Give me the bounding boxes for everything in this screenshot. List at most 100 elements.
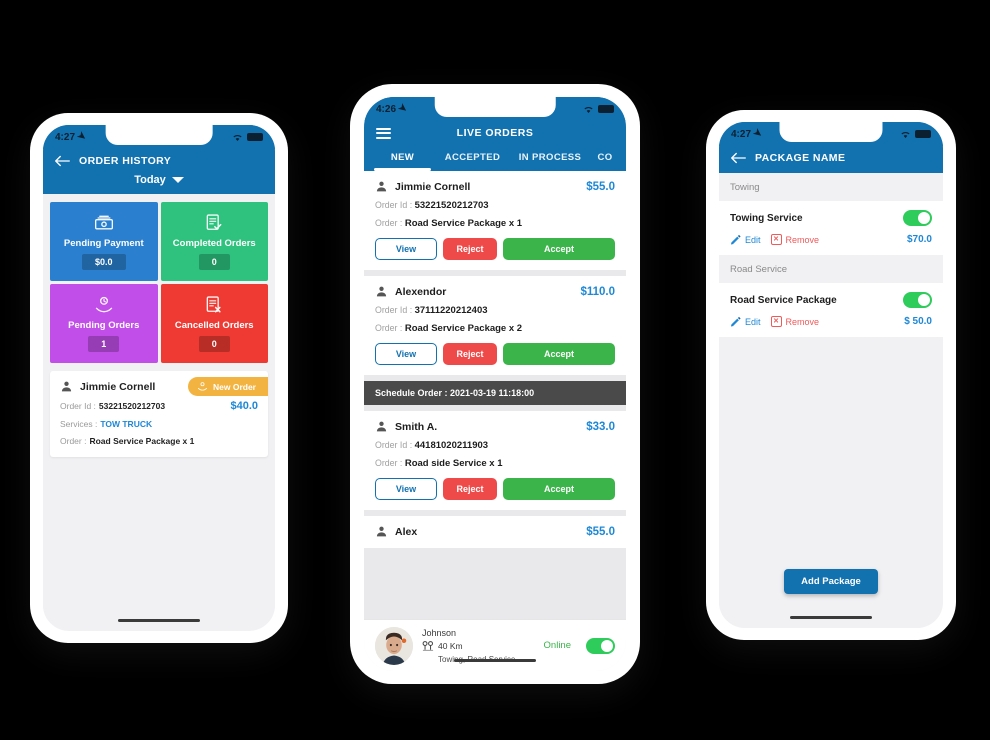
order-id-label: Order Id : bbox=[375, 305, 413, 315]
order-amount: $40.0 bbox=[230, 400, 258, 412]
tab-accepted[interactable]: ACCEPTED bbox=[435, 146, 510, 171]
phone3-screen: 4:27 ➤ PACKAGE NAME Towing Towing Servic… bbox=[719, 122, 943, 628]
customer-name: Alex bbox=[395, 525, 418, 538]
stats-tiles: Pending Payment $0.0 Completed Orders 0 bbox=[43, 194, 275, 363]
order-actions: View Reject Accept bbox=[375, 238, 615, 260]
phone1-title-row: ORDER HISTORY bbox=[43, 149, 275, 174]
order-history-card[interactable]: New Order Jimmie Cornell Order Id : 5322… bbox=[50, 371, 268, 457]
remove-action[interactable]: ✕ Remove bbox=[770, 234, 820, 245]
reject-button[interactable]: Reject bbox=[443, 478, 497, 500]
person-icon bbox=[376, 421, 387, 432]
online-toggle[interactable] bbox=[586, 637, 615, 654]
notch bbox=[105, 125, 213, 145]
view-button[interactable]: View bbox=[375, 238, 437, 260]
phone-mockup-package-name: 4:27 ➤ PACKAGE NAME Towing Towing Servic… bbox=[706, 110, 956, 640]
x-box-icon: ✕ bbox=[770, 234, 782, 245]
package-enable-toggle[interactable] bbox=[903, 210, 932, 226]
order-id-value: 37111220212403 bbox=[414, 305, 488, 316]
tab-label: IN PROCESS bbox=[518, 152, 582, 163]
battery-icon bbox=[915, 130, 931, 138]
order-amount: $110.0 bbox=[580, 285, 615, 298]
tile-pending-orders[interactable]: Pending Orders 1 bbox=[50, 284, 158, 363]
package-header: Road Service Package bbox=[730, 292, 932, 308]
package-row-road-service-package[interactable]: Road Service Package Edit ✕ Remove $ 50.… bbox=[719, 283, 943, 337]
back-arrow-icon[interactable] bbox=[55, 155, 70, 167]
order-value: Road Service Package x 1 bbox=[404, 218, 523, 229]
online-status-label: Online bbox=[543, 640, 571, 651]
driver-photo bbox=[375, 626, 413, 665]
status-right bbox=[583, 105, 614, 114]
view-button[interactable]: View bbox=[375, 478, 437, 500]
hand-service-icon bbox=[197, 382, 208, 391]
tab-label: NEW bbox=[390, 152, 415, 163]
view-button[interactable]: View bbox=[375, 343, 437, 365]
package-header: Towing Service bbox=[730, 210, 932, 226]
package-row-towing-service[interactable]: Towing Service Edit ✕ Remove $70.0 bbox=[719, 201, 943, 255]
edit-action[interactable]: Edit bbox=[730, 316, 761, 327]
location-arrow-icon: ➤ bbox=[395, 101, 410, 116]
order-value: Road side Service x 1 bbox=[404, 458, 503, 469]
tile-label: Completed Orders bbox=[172, 238, 256, 249]
home-indicator bbox=[454, 658, 536, 662]
phone2-order-list[interactable]: Jimmie Cornell $55.0 Order Id : 53221520… bbox=[364, 171, 626, 621]
person-icon bbox=[376, 181, 387, 192]
tile-value: 0 bbox=[198, 254, 230, 270]
package-enable-toggle[interactable] bbox=[903, 292, 932, 308]
order-label: Order : bbox=[375, 458, 403, 468]
order-label: Order : bbox=[375, 323, 403, 333]
package-price: $ 50.0 bbox=[904, 316, 932, 327]
tile-completed-orders[interactable]: Completed Orders 0 bbox=[160, 202, 268, 281]
tile-cancelled-orders[interactable]: Cancelled Orders 0 bbox=[160, 284, 268, 363]
remove-action[interactable]: ✕ Remove bbox=[770, 316, 819, 327]
package-name: Road Service Package bbox=[730, 294, 837, 306]
accept-button[interactable]: Accept bbox=[503, 343, 615, 365]
order-id-label: Order Id : bbox=[375, 200, 413, 210]
live-order-card[interactable]: Jimmie Cornell $55.0 Order Id : 53221520… bbox=[364, 171, 626, 270]
tab-new[interactable]: NEW bbox=[370, 146, 435, 171]
remove-label: Remove bbox=[785, 234, 820, 245]
tab-in-process[interactable]: IN PROCESS bbox=[510, 146, 590, 171]
tile-label: Pending Orders bbox=[68, 320, 140, 331]
live-order-card-partial[interactable]: Alex $55.0 bbox=[364, 516, 626, 548]
phone2-screen: 4:26 ➤ LIVE ORDERS NEW ACCEPTED IN PROCE… bbox=[364, 97, 626, 671]
live-order-card[interactable]: Smith A. $33.0 Order Id : 44181020211903… bbox=[364, 411, 626, 510]
order-row: Order : Road Service Package x 2 bbox=[375, 323, 615, 334]
accept-button[interactable]: Accept bbox=[503, 478, 615, 500]
hamburger-menu-icon[interactable] bbox=[376, 127, 391, 139]
reject-button[interactable]: Reject bbox=[443, 238, 497, 260]
notch bbox=[434, 97, 556, 117]
order-id-value: 53221520212703 bbox=[414, 200, 489, 211]
driver-distance: 40 Km bbox=[422, 640, 535, 652]
customer-name: Jimmie Cornell bbox=[80, 380, 156, 393]
phone2-appbar: 4:26 ➤ LIVE ORDERS NEW ACCEPTED IN PROCE… bbox=[364, 97, 626, 171]
tab-completed[interactable]: CO bbox=[590, 146, 620, 171]
home-indicator bbox=[118, 618, 200, 622]
location-arrow-icon: ➤ bbox=[74, 129, 89, 144]
tile-pending-payment[interactable]: Pending Payment $0.0 bbox=[50, 202, 158, 281]
reject-button[interactable]: Reject bbox=[443, 343, 497, 365]
add-package-button[interactable]: Add Package bbox=[784, 569, 878, 594]
tile-value: 0 bbox=[198, 336, 230, 352]
schedule-order-header: Schedule Order : 2021-03-19 11:18:00 bbox=[364, 381, 626, 405]
edit-action[interactable]: Edit bbox=[730, 234, 761, 245]
date-filter[interactable]: Today bbox=[43, 174, 275, 194]
order-id-row: Order Id : 53221520212703 bbox=[375, 200, 615, 211]
status-left: 4:26 ➤ bbox=[376, 101, 410, 116]
phone3-appbar: 4:27 ➤ PACKAGE NAME bbox=[719, 122, 943, 173]
status-left: 4:27 ➤ bbox=[731, 127, 764, 141]
tile-label: Cancelled Orders bbox=[174, 320, 254, 331]
package-name: Towing Service bbox=[730, 212, 803, 224]
x-box-icon: ✕ bbox=[770, 316, 782, 327]
wifi-icon bbox=[584, 106, 593, 113]
page-title: ORDER HISTORY bbox=[79, 155, 172, 167]
customer-name: Jimmie Cornell bbox=[395, 180, 471, 193]
order-row: Order : Road side Service x 1 bbox=[375, 458, 615, 469]
back-arrow-icon[interactable] bbox=[731, 152, 746, 164]
order-amount: $33.0 bbox=[586, 420, 615, 433]
accept-button[interactable]: Accept bbox=[503, 238, 615, 260]
person-icon bbox=[376, 286, 387, 297]
notch bbox=[779, 122, 883, 142]
live-order-card[interactable]: Alexendor $110.0 Order Id : 371112202124… bbox=[364, 276, 626, 375]
order-amount: $55.0 bbox=[586, 180, 615, 193]
chevron-down-icon bbox=[171, 177, 184, 183]
